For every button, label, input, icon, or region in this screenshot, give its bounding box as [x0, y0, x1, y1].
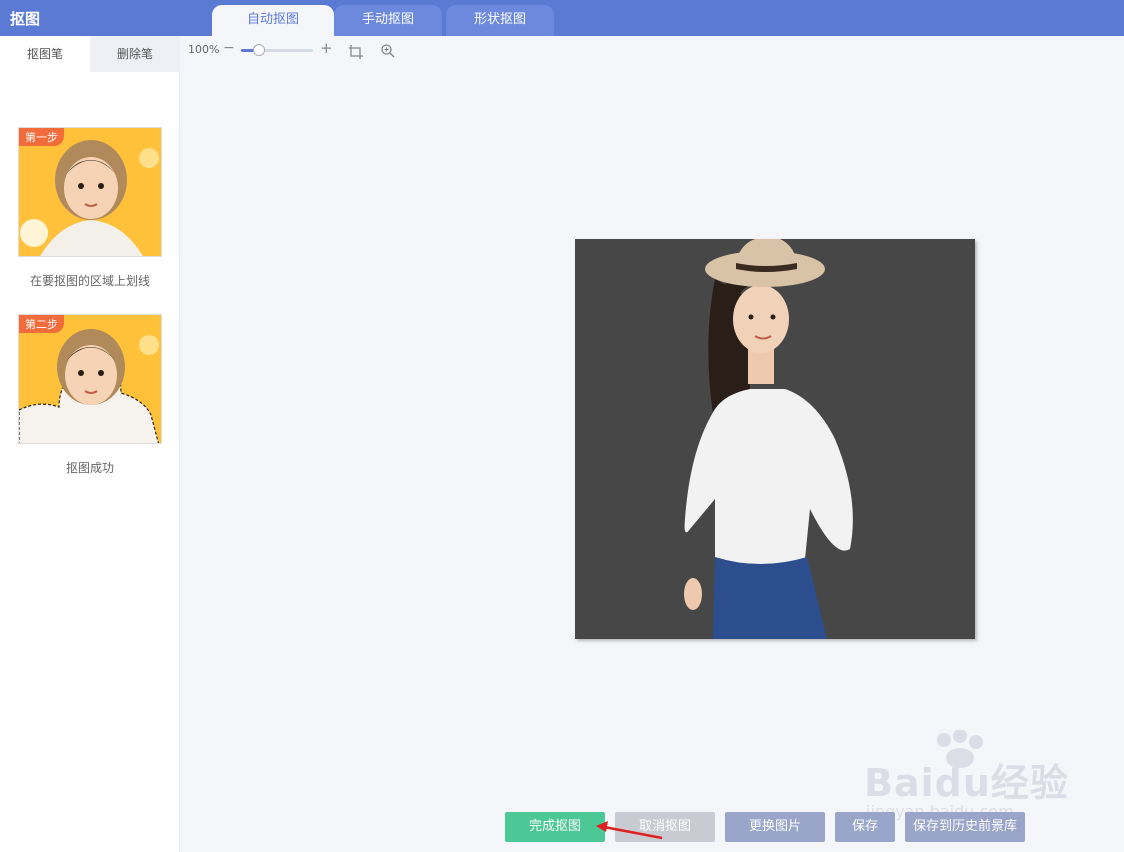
app-title: 抠图 — [10, 10, 41, 28]
magnifier-icon[interactable] — [380, 43, 396, 63]
save-button[interactable]: 保存 — [835, 812, 895, 842]
tab-auto-cutout[interactable]: 自动抠图 — [212, 5, 334, 36]
step-2-caption: 抠图成功 — [65, 461, 114, 475]
editing-canvas-photo[interactable] — [575, 239, 975, 639]
tab-manual-cutout[interactable]: 手动抠图 — [334, 5, 442, 36]
zoom-in-button[interactable]: + — [320, 39, 333, 57]
zoom-slider-track[interactable] — [241, 49, 313, 52]
step-1-caption: 在要抠图的区域上划线 — [29, 274, 150, 288]
tab-shape-cutout[interactable]: 形状抠图 — [446, 5, 554, 36]
watermark-brand: Baidu经验 — [864, 761, 1069, 805]
crop-icon[interactable] — [348, 44, 364, 64]
pen-tabs: 抠图笔 删除笔 — [0, 36, 180, 72]
step-2-example-image: 第二步 — [18, 314, 162, 444]
tab-cutout-pen[interactable]: 抠图笔 — [0, 36, 90, 72]
woman-photo — [575, 239, 975, 639]
zoom-slider-thumb[interactable] — [253, 44, 265, 56]
red-arrow-annotation — [596, 821, 663, 840]
replace-image-button[interactable]: 更换图片 — [725, 812, 825, 842]
zoom-out-button[interactable]: − — [223, 40, 235, 56]
tab-erase-pen[interactable]: 删除笔 — [90, 36, 180, 72]
step-2-badge: 第二步 — [19, 315, 64, 333]
step-1-badge: 第一步 — [19, 128, 64, 146]
step-1-example-image: 第一步 — [18, 127, 162, 257]
zoom-level: 100% — [188, 43, 220, 56]
zoom-toolbar: 100% − + — [180, 36, 1124, 66]
save-to-history-button[interactable]: 保存到历史前景库 — [905, 812, 1025, 842]
top-bar: 抠图 自动抠图 手动抠图 形状抠图 — [0, 0, 1124, 36]
baby-selected-illustration — [19, 315, 161, 443]
baby-illustration — [19, 128, 161, 256]
